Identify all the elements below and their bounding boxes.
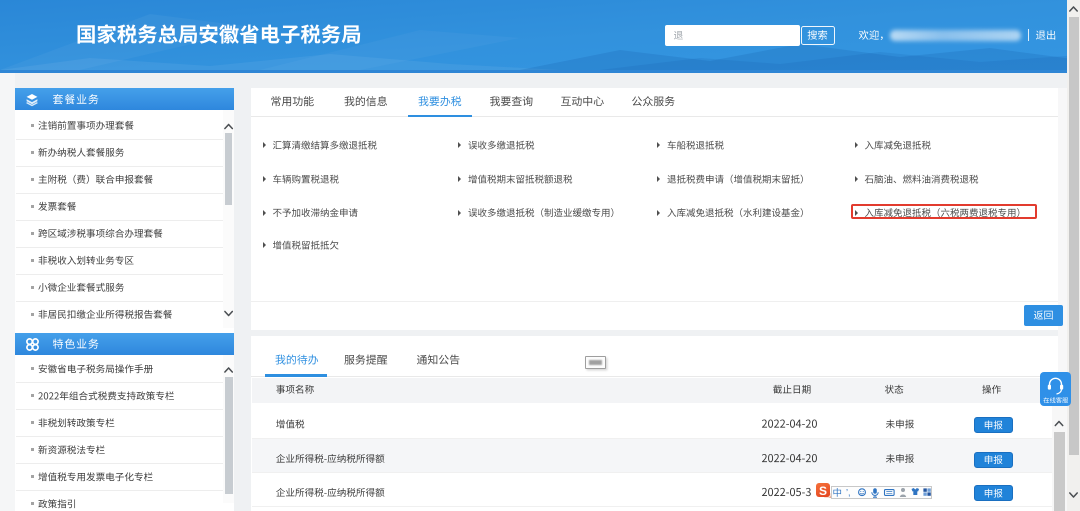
svg-text:’,: ’, [846, 488, 851, 498]
